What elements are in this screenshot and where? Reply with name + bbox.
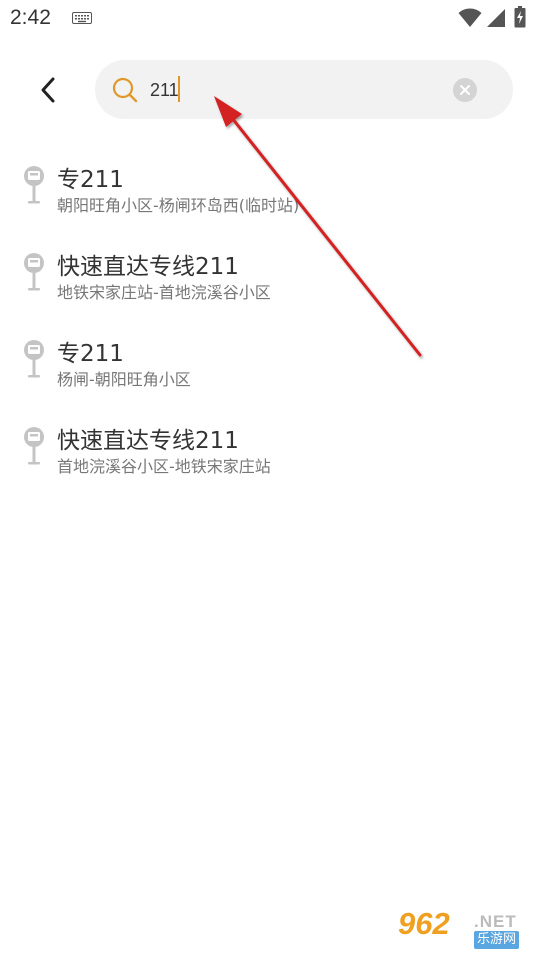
result-item[interactable]: 快速直达专线211 地铁宋家庄站-首地浣溪谷小区 — [0, 237, 537, 324]
watermark-net: .NET — [474, 912, 517, 931]
bus-stop-icon — [24, 427, 44, 465]
bus-stop-icon — [24, 340, 44, 378]
status-bar: 2:42 — [0, 0, 537, 38]
keyboard-icon — [72, 12, 92, 24]
status-time: 2:42 — [10, 6, 51, 29]
wifi-icon — [458, 8, 482, 27]
chevron-left-icon — [41, 77, 55, 103]
text-cursor — [178, 76, 180, 102]
line-name: 快速直达专线211 — [57, 254, 239, 280]
clear-icon[interactable] — [452, 77, 478, 103]
cell-signal-icon — [487, 9, 505, 27]
search-icon — [112, 77, 138, 103]
line-name: 专211 — [57, 341, 124, 367]
watermark-sub: 乐游网 — [474, 931, 520, 949]
search-result-list: 专211 朝阳旺角小区-杨闸环岛西(临时站) 快速直达专线211 地铁宋家庄站-… — [0, 150, 537, 498]
search-bar — [95, 60, 513, 119]
line-name: 快速直达专线211 — [57, 428, 239, 454]
line-name: 专211 — [57, 167, 124, 193]
bus-stop-icon — [24, 253, 44, 291]
result-item[interactable]: 快速直达专线211 首地浣溪谷小区-地铁宋家庄站 — [0, 411, 537, 498]
route-description: 杨闸-朝阳旺角小区 — [57, 370, 191, 389]
watermark-logo: 962 .NET 乐游网 — [398, 906, 530, 952]
bus-stop-icon — [24, 166, 44, 204]
result-item[interactable]: 专211 朝阳旺角小区-杨闸环岛西(临时站) — [0, 150, 537, 237]
watermark-main: 962 — [398, 906, 450, 941]
battery-charging-icon — [514, 6, 526, 28]
result-item[interactable]: 专211 杨闸-朝阳旺角小区 — [0, 324, 537, 411]
search-input[interactable] — [150, 73, 440, 107]
back-button[interactable] — [28, 70, 68, 110]
route-description: 地铁宋家庄站-首地浣溪谷小区 — [57, 283, 271, 302]
route-description: 首地浣溪谷小区-地铁宋家庄站 — [57, 457, 271, 476]
route-description: 朝阳旺角小区-杨闸环岛西(临时站) — [57, 196, 300, 215]
